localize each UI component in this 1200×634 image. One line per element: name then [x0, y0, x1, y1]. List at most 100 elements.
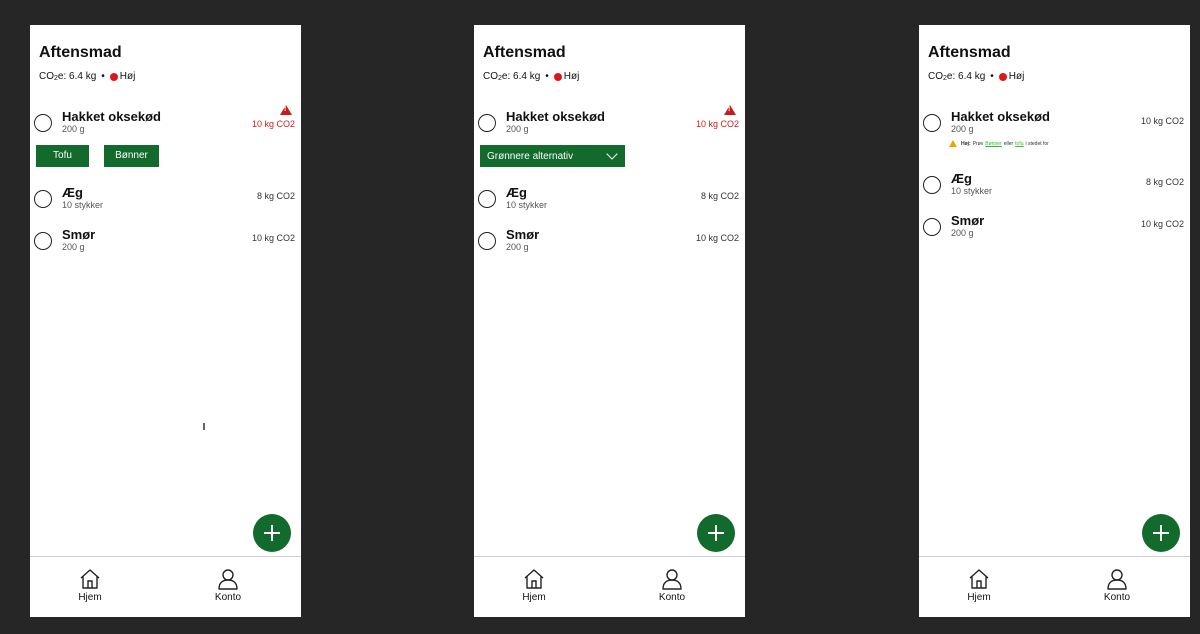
item-name: Smør — [506, 227, 540, 242]
circle-checkbox-icon[interactable] — [923, 176, 941, 194]
list-item[interactable]: Smør 200 g 10 kg CO2 — [923, 213, 1184, 243]
add-button[interactable] — [253, 514, 291, 552]
item-quantity: 10 stykker — [951, 186, 993, 196]
co2-value: e: 6.4 kg — [946, 71, 986, 82]
warning-icon — [724, 105, 736, 115]
item-name: Smør — [62, 227, 96, 242]
level-label: Høj — [1008, 71, 1025, 82]
item-name: Æg — [506, 185, 527, 200]
bottom-nav: Hjem Konto — [30, 556, 301, 617]
circle-checkbox-icon[interactable] — [478, 232, 496, 250]
bottom-nav: Hjem Konto — [474, 556, 745, 617]
list-item[interactable]: Hakket oksekød 200 g 10 kg CO2 — [923, 109, 1184, 139]
user-icon — [662, 569, 682, 590]
circle-checkbox-icon[interactable] — [923, 218, 941, 236]
page-title: Aftensmad — [928, 44, 1011, 61]
co2-label: CO — [483, 71, 498, 82]
tip-link-bonner[interactable]: Bønner — [985, 141, 1001, 147]
co2-summary: CO 2 e: 6.4 kg • Høj — [928, 71, 1024, 82]
item-name: Smør — [951, 213, 985, 228]
item-co2: 10 kg CO2 — [1140, 219, 1184, 229]
list-item[interactable]: Hakket oksekød 200 g 10 kg CO2 — [34, 105, 295, 139]
list-item[interactable]: Smør 200 g 10 kg CO2 — [478, 227, 739, 257]
item-quantity: 10 stykker — [506, 200, 548, 210]
item-co2: 8 kg CO2 — [700, 191, 739, 201]
co2-summary: CO 2 e: 6.4 kg • Høj — [483, 71, 579, 82]
screen-inline-tip: Aftensmad CO 2 e: 6.4 kg • Høj Hakket okse… — [919, 25, 1190, 617]
nav-account-label: Konto — [658, 592, 686, 603]
chevron-down-icon — [606, 148, 618, 160]
item-quantity: 200 g — [506, 124, 529, 134]
list-item[interactable]: Æg 10 stykker 8 kg CO2 — [923, 171, 1184, 201]
home-icon — [80, 569, 100, 589]
tip-level: Høj: — [961, 140, 971, 147]
item-co2: 10 kg CO2 — [1140, 116, 1184, 126]
user-icon — [218, 569, 238, 590]
circle-checkbox-icon[interactable] — [34, 190, 52, 208]
page-title: Aftensmad — [483, 44, 566, 61]
co2-subscript: 2 — [54, 75, 58, 82]
item-quantity: 200 g — [951, 228, 974, 238]
nav-account-label: Konto — [214, 592, 242, 603]
list-item[interactable]: Smør 200 g 10 kg CO2 — [34, 227, 295, 257]
level-label: Høj — [119, 71, 136, 82]
list-item[interactable]: Æg 10 stykker 8 kg CO2 — [34, 185, 295, 215]
alternative-bonner-button[interactable]: Bønner — [104, 145, 159, 167]
item-co2: 10 kg CO2 — [695, 233, 739, 243]
bottom-nav: Hjem Konto — [919, 556, 1190, 617]
co2-value: e: 6.4 kg — [501, 71, 541, 82]
item-quantity: 200 g — [951, 124, 974, 134]
nav-home[interactable]: Hjem — [504, 567, 564, 603]
co2-value: e: 6.4 kg — [57, 71, 97, 82]
greener-alternative-dropdown[interactable]: Grønnere alternativ — [480, 145, 625, 167]
nav-account-label: Konto — [1103, 592, 1131, 603]
separator: • — [101, 71, 105, 82]
item-co2: 8 kg CO2 — [256, 191, 295, 201]
circle-checkbox-icon[interactable] — [34, 232, 52, 250]
co2-subscript: 2 — [498, 75, 502, 82]
item-quantity: 200 g — [62, 124, 85, 134]
item-co2: 8 kg CO2 — [1145, 177, 1184, 187]
item-co2: 10 kg CO2 — [251, 233, 295, 243]
item-quantity: 200 g — [506, 242, 529, 252]
nav-home[interactable]: Hjem — [949, 567, 1009, 603]
text-cursor — [203, 423, 205, 430]
warning-icon — [949, 140, 957, 147]
nav-home-label: Hjem — [78, 592, 102, 603]
high-level-icon — [998, 72, 1007, 81]
tip-link-tofu[interactable]: tofu — [1015, 141, 1023, 147]
circle-checkbox-icon[interactable] — [34, 114, 52, 132]
green-alternative-tip: Høj: Prøv Bønner eller tofu i stedet for — [949, 140, 1049, 147]
nav-account[interactable]: Konto — [198, 567, 258, 603]
dropdown-label: Grønnere alternativ — [487, 150, 574, 162]
add-button[interactable] — [697, 514, 735, 552]
circle-checkbox-icon[interactable] — [478, 190, 496, 208]
circle-checkbox-icon[interactable] — [478, 114, 496, 132]
nav-home[interactable]: Hjem — [60, 567, 120, 603]
nav-home-label: Hjem — [967, 592, 991, 603]
page-title: Aftensmad — [39, 44, 122, 61]
list-item[interactable]: Hakket oksekød 200 g 10 kg CO2 — [478, 105, 739, 139]
item-co2: 10 kg CO2 — [695, 119, 739, 129]
item-name: Hakket oksekød — [62, 109, 161, 124]
high-level-icon — [109, 72, 118, 81]
home-icon — [524, 569, 544, 589]
item-quantity: 10 stykker — [62, 200, 104, 210]
tip-text: eller — [1003, 140, 1014, 147]
item-name: Hakket oksekød — [506, 109, 605, 124]
add-button[interactable] — [1142, 514, 1180, 552]
co2-label: CO — [928, 71, 943, 82]
item-name: Æg — [62, 185, 83, 200]
co2-label: CO — [39, 71, 54, 82]
item-quantity: 200 g — [62, 242, 85, 252]
separator: • — [545, 71, 549, 82]
separator: • — [990, 71, 994, 82]
list-item[interactable]: Æg 10 stykker 8 kg CO2 — [478, 185, 739, 215]
nav-account[interactable]: Konto — [1087, 567, 1147, 603]
tip-text: i stedet for — [1025, 140, 1049, 147]
alternative-tofu-button[interactable]: Tofu — [36, 145, 89, 167]
circle-checkbox-icon[interactable] — [923, 114, 941, 132]
screen-alternatives-dropdown: Aftensmad CO 2 e: 6.4 kg • Høj Hakket okse… — [474, 25, 745, 617]
nav-account[interactable]: Konto — [642, 567, 702, 603]
co2-summary: CO 2 e: 6.4 kg • Høj — [39, 71, 135, 82]
